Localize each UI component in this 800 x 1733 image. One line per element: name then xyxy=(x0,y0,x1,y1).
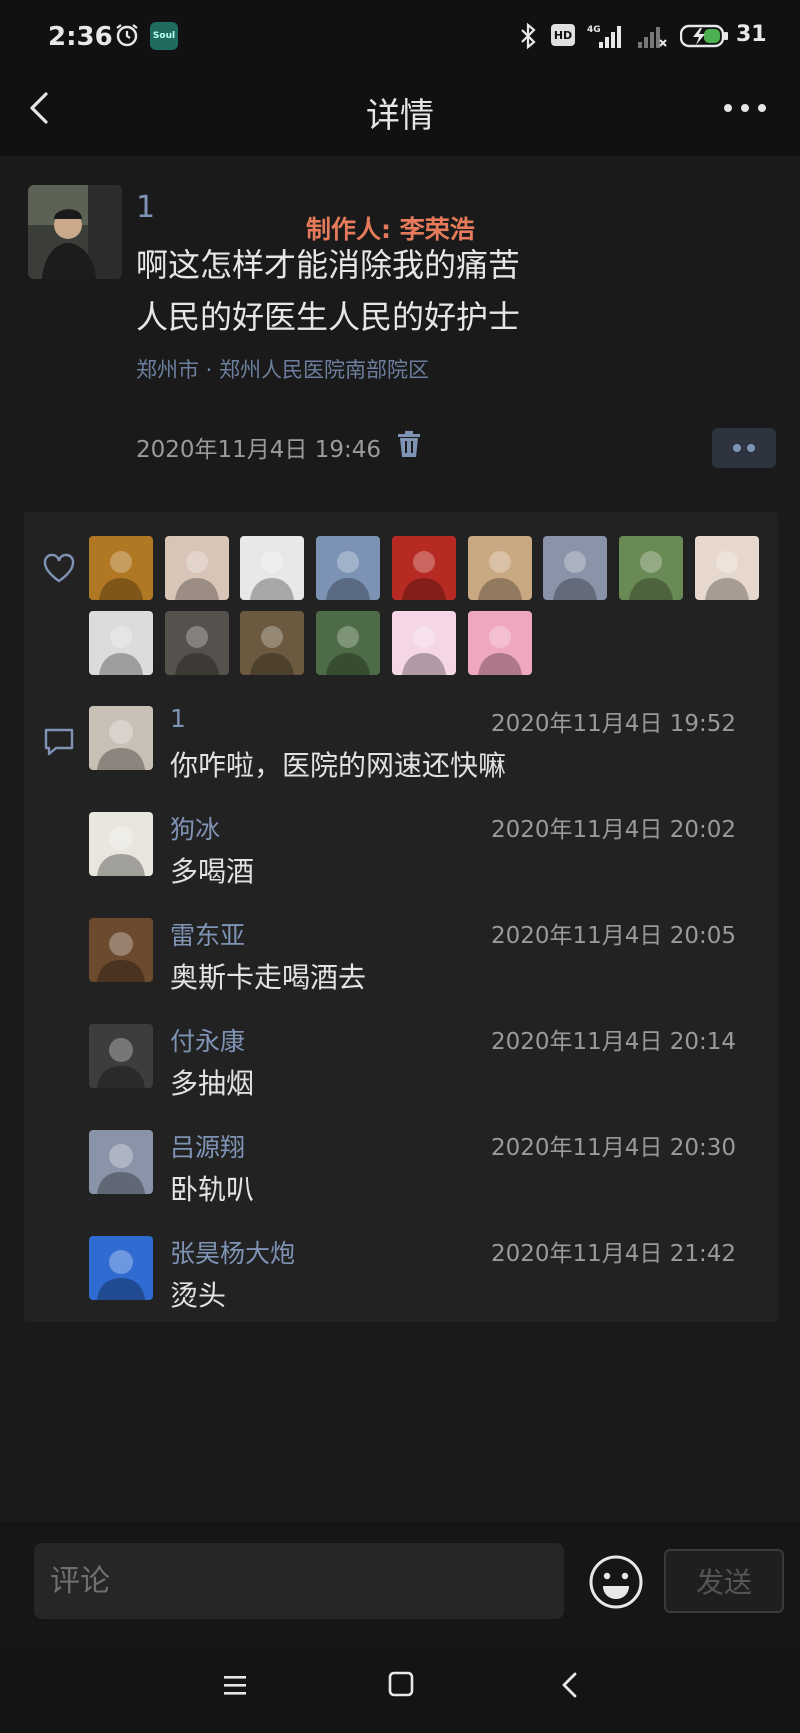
signal-no-service-icon xyxy=(638,27,667,48)
post-author-name[interactable]: 1 xyxy=(136,190,155,225)
post-author-avatar[interactable] xyxy=(28,185,122,279)
like-avatar[interactable] xyxy=(618,536,683,600)
like-avatar[interactable] xyxy=(467,611,532,675)
like-avatar[interactable] xyxy=(316,611,381,675)
like-avatar[interactable] xyxy=(89,536,153,600)
comment-input[interactable] xyxy=(34,1543,564,1619)
page-title: 详情 xyxy=(366,96,434,136)
post-text-line-1: 啊这怎样才能消除我的痛苦 xyxy=(136,246,521,284)
comment-text[interactable]: 你咋啦，医院的网速还快嘛 xyxy=(170,744,506,784)
soul-app-icon: Soul xyxy=(150,22,178,50)
comment-author[interactable]: 付永康 xyxy=(170,1022,245,1058)
like-avatar[interactable] xyxy=(240,611,305,675)
comment-avatar[interactable] xyxy=(89,706,153,770)
comment-timestamp: 2020年11月4日 21:42 xyxy=(490,1241,736,1267)
post-location[interactable]: 郑州市 · 郑州人民医院南部院区 xyxy=(136,354,429,384)
like-avatar[interactable] xyxy=(240,536,305,600)
comment-text[interactable]: 多喝酒 xyxy=(170,850,254,890)
like-avatar[interactable] xyxy=(164,536,229,600)
comment-timestamp: 2020年11月4日 20:14 xyxy=(490,1029,736,1055)
comment-author[interactable]: 吕源翔 xyxy=(170,1128,245,1164)
comment-text[interactable]: 多抽烟 xyxy=(170,1062,254,1102)
heart-icon xyxy=(43,553,75,583)
like-avatar[interactable] xyxy=(316,536,381,600)
like-avatar[interactable] xyxy=(391,611,456,675)
like-avatar[interactable] xyxy=(694,536,759,600)
more-options-button[interactable] xyxy=(720,96,770,120)
send-button[interactable]: 发送 xyxy=(664,1549,784,1613)
like-avatar[interactable] xyxy=(543,536,608,600)
like-avatar[interactable] xyxy=(89,611,153,675)
comment-text[interactable]: 烫头 xyxy=(170,1274,226,1314)
comment-avatar[interactable] xyxy=(89,812,153,876)
comment-timestamp: 2020年11月4日 20:02 xyxy=(490,817,736,843)
alarm-clock-icon xyxy=(116,24,138,47)
delete-trash-icon[interactable] xyxy=(396,430,422,458)
comment-avatar[interactable] xyxy=(89,1130,153,1194)
nav-back-icon[interactable] xyxy=(558,1670,582,1700)
post-timestamp: 2020年11月4日 19:46 xyxy=(136,437,382,463)
comment-text[interactable]: 卧轨叭 xyxy=(170,1168,254,1208)
comment-author[interactable]: 张昊杨大炮 xyxy=(170,1234,295,1270)
battery-level: 31 xyxy=(736,22,767,47)
hd-voice-icon: HD xyxy=(551,24,575,46)
post-actions-button[interactable] xyxy=(712,428,776,468)
comment-text[interactable]: 奥斯卡走喝酒去 xyxy=(170,956,366,996)
comment-timestamp: 2020年11月4日 20:30 xyxy=(490,1135,736,1161)
like-avatar[interactable] xyxy=(467,536,532,600)
comment-author[interactable]: 1 xyxy=(170,704,186,733)
battery-charging-icon xyxy=(680,24,728,48)
recent-apps-menu-icon[interactable] xyxy=(222,1672,248,1698)
comment-author[interactable]: 雷东亚 xyxy=(170,916,245,952)
emoji-button[interactable] xyxy=(588,1554,644,1610)
signal-4g-icon: 4G xyxy=(587,25,621,48)
like-avatar[interactable] xyxy=(391,536,456,600)
like-avatar[interactable] xyxy=(164,611,229,675)
post-text-line-2: 人民的好医生人民的好护士 xyxy=(136,298,521,336)
comment-timestamp: 2020年11月4日 19:52 xyxy=(490,711,736,737)
bluetooth-icon xyxy=(521,22,536,50)
comment-avatar[interactable] xyxy=(89,1236,153,1300)
comment-avatar[interactable] xyxy=(89,918,153,982)
status-time: 2:36 xyxy=(48,22,113,52)
svg-text:4G: 4G xyxy=(587,25,601,35)
comment-timestamp: 2020年11月4日 20:05 xyxy=(490,923,736,949)
comment-avatar[interactable] xyxy=(89,1024,153,1088)
comment-author[interactable]: 狗冰 xyxy=(170,810,220,846)
comment-icon xyxy=(44,728,74,756)
home-square-icon[interactable] xyxy=(388,1670,414,1698)
